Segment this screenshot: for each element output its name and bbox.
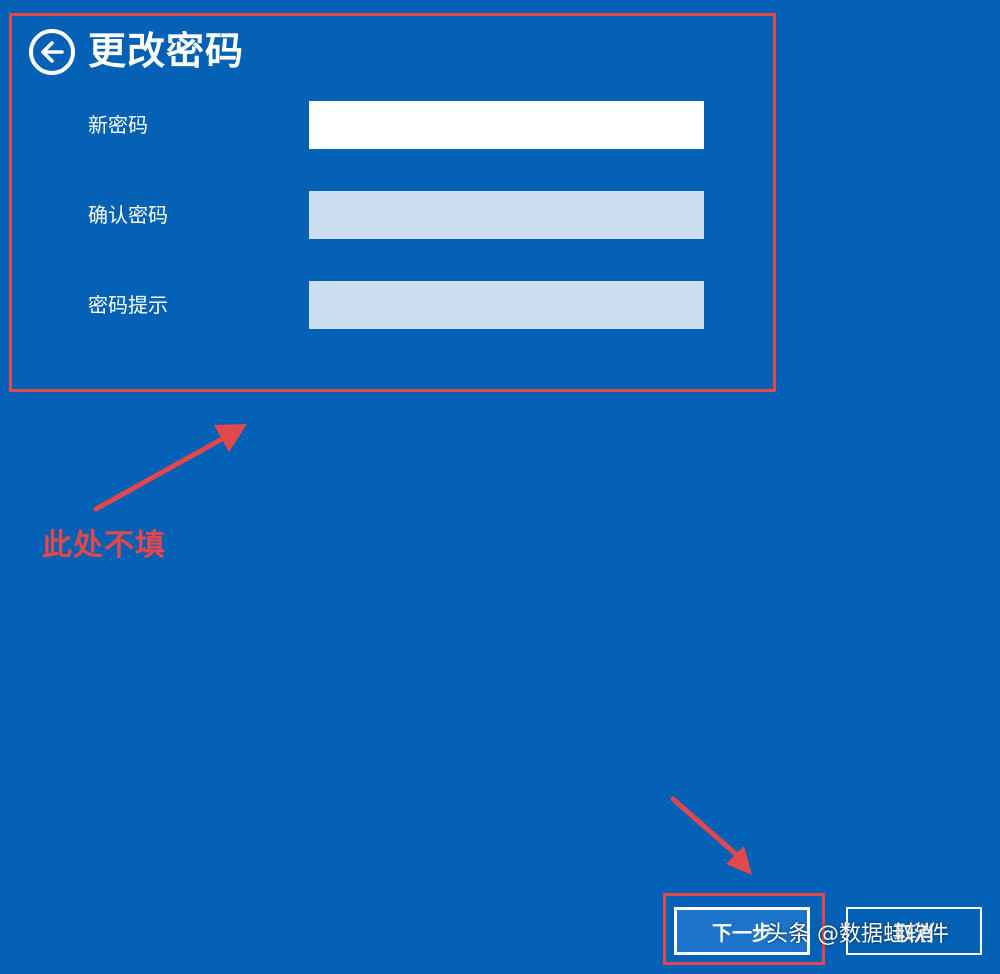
confirm-password-label: 确认密码 <box>88 203 168 227</box>
annotation-arrow-down-head <box>726 846 752 875</box>
annotation-arrow-up-head <box>214 424 247 452</box>
arrow-left-icon <box>41 41 64 63</box>
watermark-text: 头条 @数据蛙软件 <box>766 922 949 947</box>
confirm-password-input[interactable] <box>309 191 704 239</box>
page-title: 更改密码 <box>88 29 245 73</box>
annotation-note: 此处不填 <box>42 528 166 563</box>
back-button[interactable] <box>29 29 75 75</box>
new-password-input[interactable] <box>309 101 704 149</box>
password-hint-label: 密码提示 <box>88 293 168 317</box>
annotation-arrow-up-shaft <box>93 436 225 512</box>
new-password-label: 新密码 <box>88 113 148 137</box>
password-hint-input[interactable] <box>309 281 704 329</box>
annotation-arrow-down-shaft <box>670 796 741 859</box>
